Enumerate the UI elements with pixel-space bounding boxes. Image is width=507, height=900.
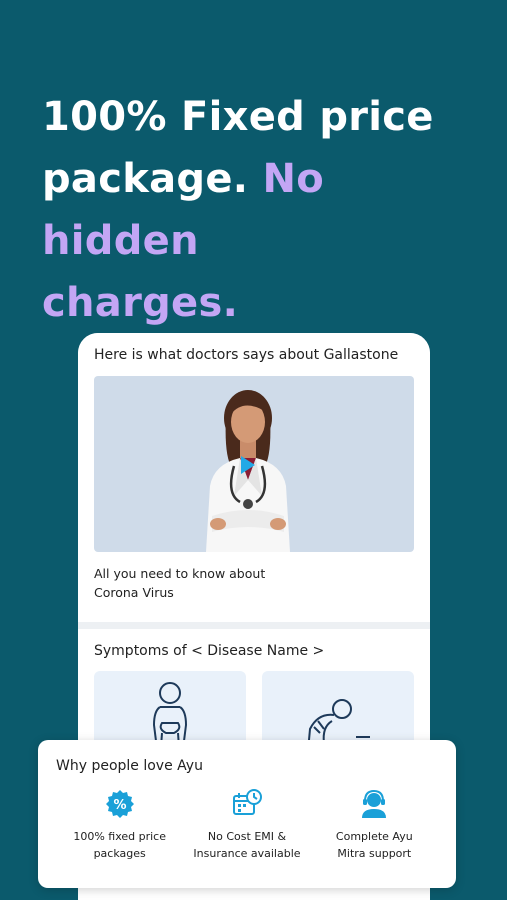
percent-badge-icon: % bbox=[105, 790, 134, 818]
support-agent-icon bbox=[362, 789, 387, 818]
doctors-section-title: Here is what doctors says about Gallasto… bbox=[94, 347, 399, 363]
video-caption-line-1: All you need to know about bbox=[94, 566, 266, 581]
feature-fixed-price: % 100% fixed price packages bbox=[56, 788, 183, 862]
video-caption: All you need to know about Corona Virus bbox=[94, 564, 414, 602]
headline-highlight-2: charges. bbox=[42, 280, 239, 326]
doctors-section: Here is what doctors says about Gallasto… bbox=[78, 333, 430, 622]
feature-emi-line-1: No Cost EMI & bbox=[207, 830, 287, 843]
svg-text:%: % bbox=[113, 798, 126, 813]
doctor-illustration bbox=[206, 390, 290, 552]
video-caption-line-2: Corona Virus bbox=[94, 585, 174, 600]
feature-emi-line-2: Insurance available bbox=[193, 847, 301, 860]
feature-mitra-support-line-1: Complete Ayu bbox=[335, 830, 413, 843]
headline-line-1: 100% Fixed price bbox=[42, 94, 434, 140]
why-people-love-title: Why people love Ayu bbox=[56, 758, 203, 774]
doctor-video-thumbnail[interactable] bbox=[94, 376, 414, 552]
feature-emi: No Cost EMI & Insurance available bbox=[183, 788, 310, 862]
symptoms-section-title: Symptoms of < Disease Name > bbox=[94, 643, 325, 659]
feature-fixed-price-line-2: packages bbox=[93, 847, 146, 860]
headline-plain: package. bbox=[42, 156, 249, 202]
why-people-love-card: Why people love Ayu % 100% fixed price p… bbox=[38, 740, 456, 888]
calendar-clock-icon bbox=[232, 789, 262, 815]
feature-mitra-support: Complete Ayu Mitra support bbox=[311, 788, 438, 862]
feature-mitra-support-line-2: Mitra support bbox=[337, 847, 412, 860]
headline: 100% Fixed price package. No hidden char… bbox=[42, 86, 482, 334]
feature-list: % 100% fixed price packages No Cost EMI … bbox=[56, 788, 438, 862]
feature-fixed-price-line-1: 100% fixed price bbox=[73, 830, 166, 843]
headline-line-2: package. No hidden bbox=[42, 148, 482, 272]
